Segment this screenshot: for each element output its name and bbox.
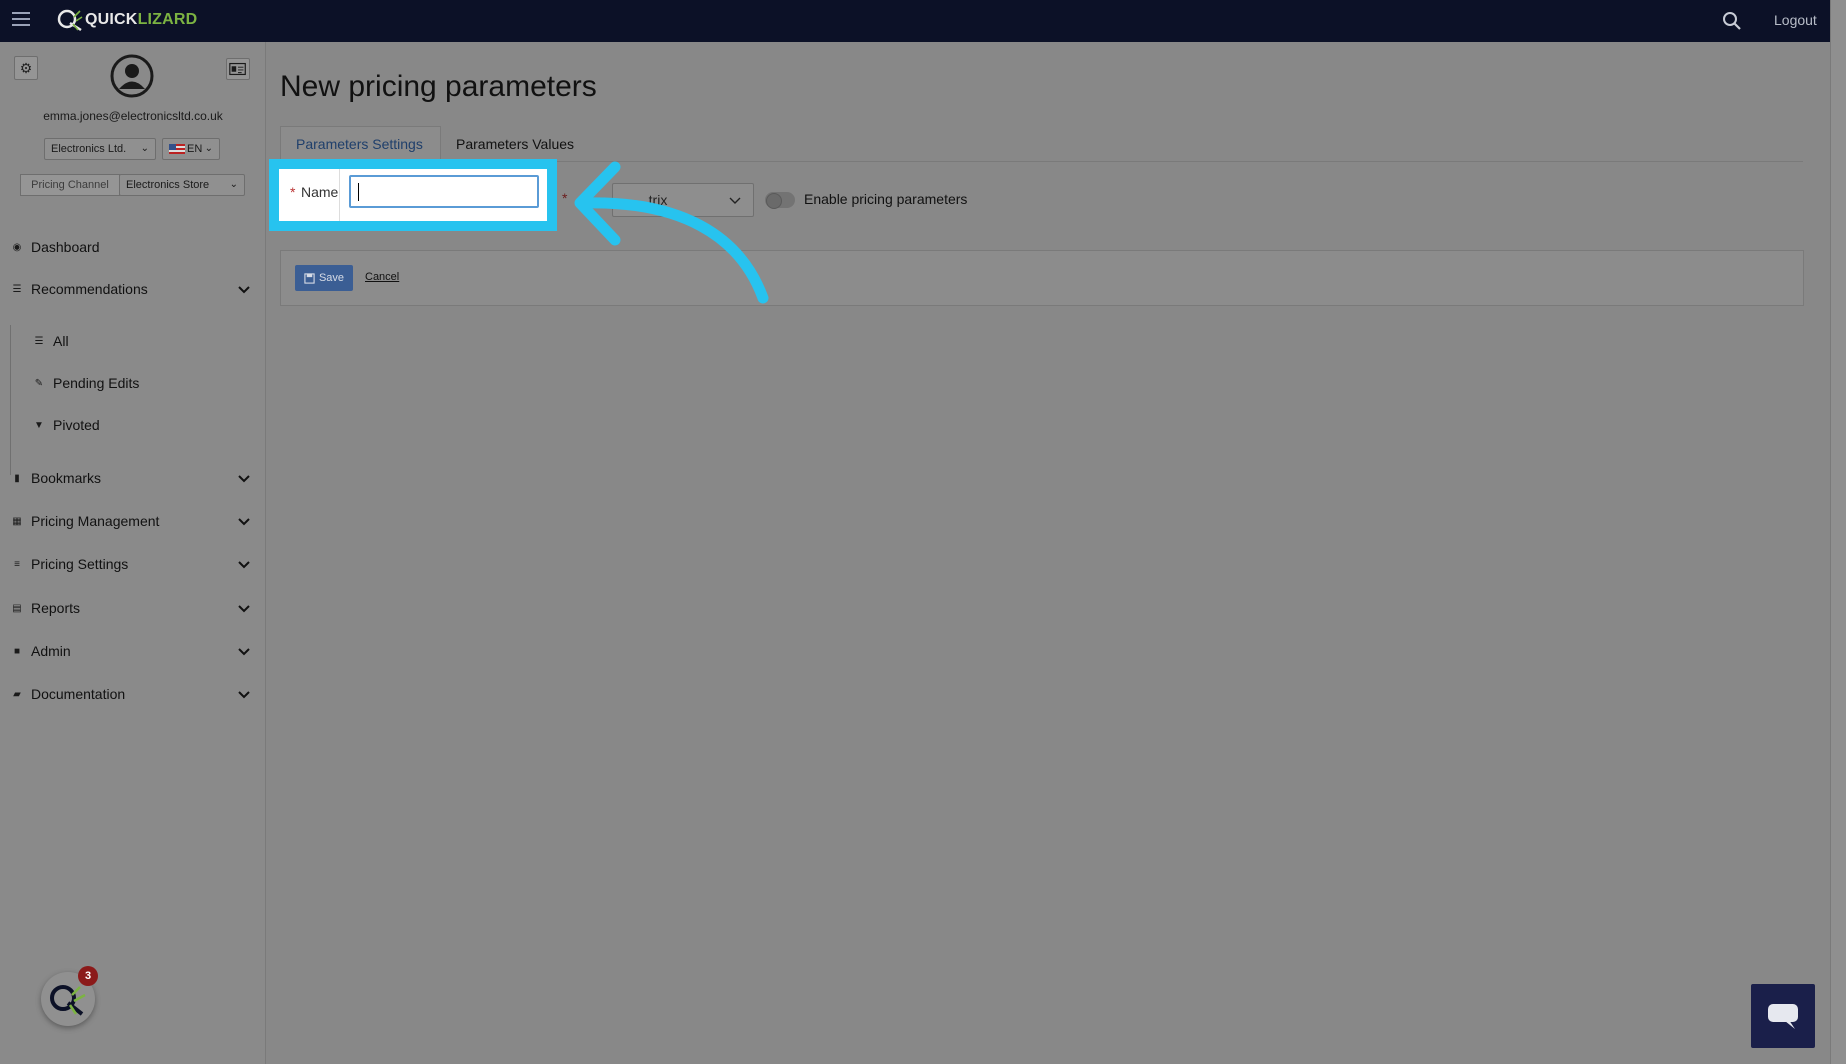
- name-input[interactable]: [349, 175, 539, 208]
- chevron-down-icon: [238, 691, 250, 699]
- sidebar-item-reports[interactable]: ▤ Reports: [0, 593, 266, 623]
- help-chat-button[interactable]: [1751, 984, 1815, 1048]
- brand-name: QUICKLIZARD: [85, 11, 198, 28]
- sidebar-item-pivoted[interactable]: ▼ Pivoted: [10, 410, 276, 440]
- page-title: New pricing parameters: [280, 70, 597, 103]
- sidebar-item-pending-edits[interactable]: ✎ Pending Edits: [10, 368, 276, 398]
- chevron-down-icon: ⌄: [229, 179, 238, 190]
- sidebar-item-label: Admin: [31, 643, 71, 659]
- company-value: Electronics Ltd.: [51, 143, 127, 155]
- save-button[interactable]: Save: [295, 265, 353, 291]
- logout-link[interactable]: Logout: [1774, 12, 1817, 28]
- gear-icon: ⚙: [19, 59, 33, 76]
- sidebar-item-pricing-settings[interactable]: ≡ Pricing Settings: [0, 549, 266, 579]
- sidebar-item-admin[interactable]: ■ Admin: [0, 636, 266, 666]
- enable-pricing-label: Enable pricing parameters: [804, 191, 968, 207]
- label-divider: [339, 169, 340, 221]
- app-logo[interactable]: QUICKLIZARD: [57, 8, 197, 32]
- quicklizard-logo-icon: [57, 9, 83, 32]
- calendar-icon: ▦: [12, 515, 22, 527]
- sidebar-item-label: Pending Edits: [53, 375, 140, 391]
- profile-card-button[interactable]: [226, 58, 250, 80]
- report-icon: ▤: [12, 602, 22, 614]
- sidebar-item-recommendations[interactable]: ☰ Recommendations: [0, 274, 266, 304]
- language-value: EN: [187, 143, 203, 155]
- chevron-down-icon: [238, 286, 250, 294]
- name-field-highlight: * Name: [269, 159, 557, 231]
- search-icon[interactable]: [1722, 11, 1742, 31]
- tab-parameters-settings[interactable]: Parameters Settings: [280, 126, 441, 162]
- user-email: emma.jones@electronicsltd.co.uk: [43, 109, 223, 123]
- edit-icon: ✎: [34, 377, 44, 389]
- us-flag-icon: [169, 144, 185, 154]
- notification-badge: 3: [78, 966, 98, 986]
- sidebar-item-all[interactable]: ☰ All: [10, 326, 276, 356]
- language-select[interactable]: EN ⌄: [162, 138, 220, 160]
- chevron-down-icon: ⌄: [140, 143, 149, 154]
- sliders-icon: ≡: [14, 558, 20, 570]
- name-label: Name: [301, 184, 339, 200]
- cancel-link[interactable]: Cancel: [365, 271, 399, 283]
- sidebar-item-label: Pivoted: [53, 417, 100, 433]
- save-label: Save: [318, 272, 345, 284]
- sidebar-item-dashboard[interactable]: ◉ Dashboard: [0, 232, 266, 262]
- dashboard-icon: ◉: [12, 241, 22, 253]
- chevron-down-icon: [238, 648, 250, 656]
- required-marker: *: [290, 184, 296, 200]
- pricing-channel-label: Pricing Channel: [20, 174, 120, 196]
- chevron-down-icon: [238, 561, 250, 569]
- sidebar-item-pricing-management[interactable]: ▦ Pricing Management: [0, 506, 266, 536]
- form-action-bar: [280, 250, 1804, 306]
- tutorial-arrow-icon: [574, 161, 769, 304]
- company-select[interactable]: Electronics Ltd. ⌄: [44, 138, 156, 160]
- quicklizard-logo-icon: [50, 985, 86, 1016]
- sidebar: ⚙ emma.jones@electronicsltd.co.uk Electr…: [0, 42, 266, 1064]
- bookmark-icon: ▮: [14, 472, 20, 484]
- chevron-down-icon: [238, 605, 250, 613]
- sidebar-item-label: Dashboard: [31, 239, 100, 255]
- pricing-channel-value: Electronics Store: [126, 179, 210, 191]
- sidebar-item-label: Pricing Settings: [31, 556, 129, 572]
- pricing-channel-select[interactable]: Electronics Store ⌄: [119, 174, 245, 196]
- lock-icon: ■: [13, 645, 21, 657]
- book-icon: ▰: [13, 688, 21, 700]
- page-scrollbar[interactable]: [1830, 0, 1846, 1064]
- id-card-icon: [229, 62, 246, 76]
- sidebar-item-label: Recommendations: [31, 281, 148, 297]
- name-field-group: * Name: [279, 169, 547, 221]
- chat-bubble-icon: [1768, 1004, 1798, 1029]
- sidebar-item-label: Bookmarks: [31, 470, 102, 486]
- list-icon: ☰: [12, 283, 22, 295]
- chevron-down-icon: [238, 518, 250, 526]
- sidebar-item-label: Pricing Management: [31, 513, 160, 529]
- list-icon: ☰: [34, 335, 44, 347]
- top-bar: QUICKLIZARD Logout: [0, 0, 1846, 42]
- user-avatar-icon: [110, 54, 154, 98]
- sidebar-item-label: Documentation: [31, 686, 126, 702]
- floppy-disk-icon: [304, 272, 315, 284]
- chevron-down-icon: [238, 475, 250, 483]
- sidebar-item-bookmarks[interactable]: ▮ Bookmarks: [0, 463, 266, 493]
- menu-icon[interactable]: [12, 12, 30, 28]
- settings-button[interactable]: ⚙: [14, 56, 38, 80]
- sidebar-item-label: All: [53, 333, 69, 349]
- sidebar-item-label: Reports: [31, 600, 81, 616]
- chevron-down-icon: ⌄: [204, 143, 213, 154]
- filter-icon: ▼: [34, 419, 44, 431]
- sidebar-item-documentation[interactable]: ▰ Documentation: [0, 679, 266, 709]
- text-caret: [358, 183, 359, 201]
